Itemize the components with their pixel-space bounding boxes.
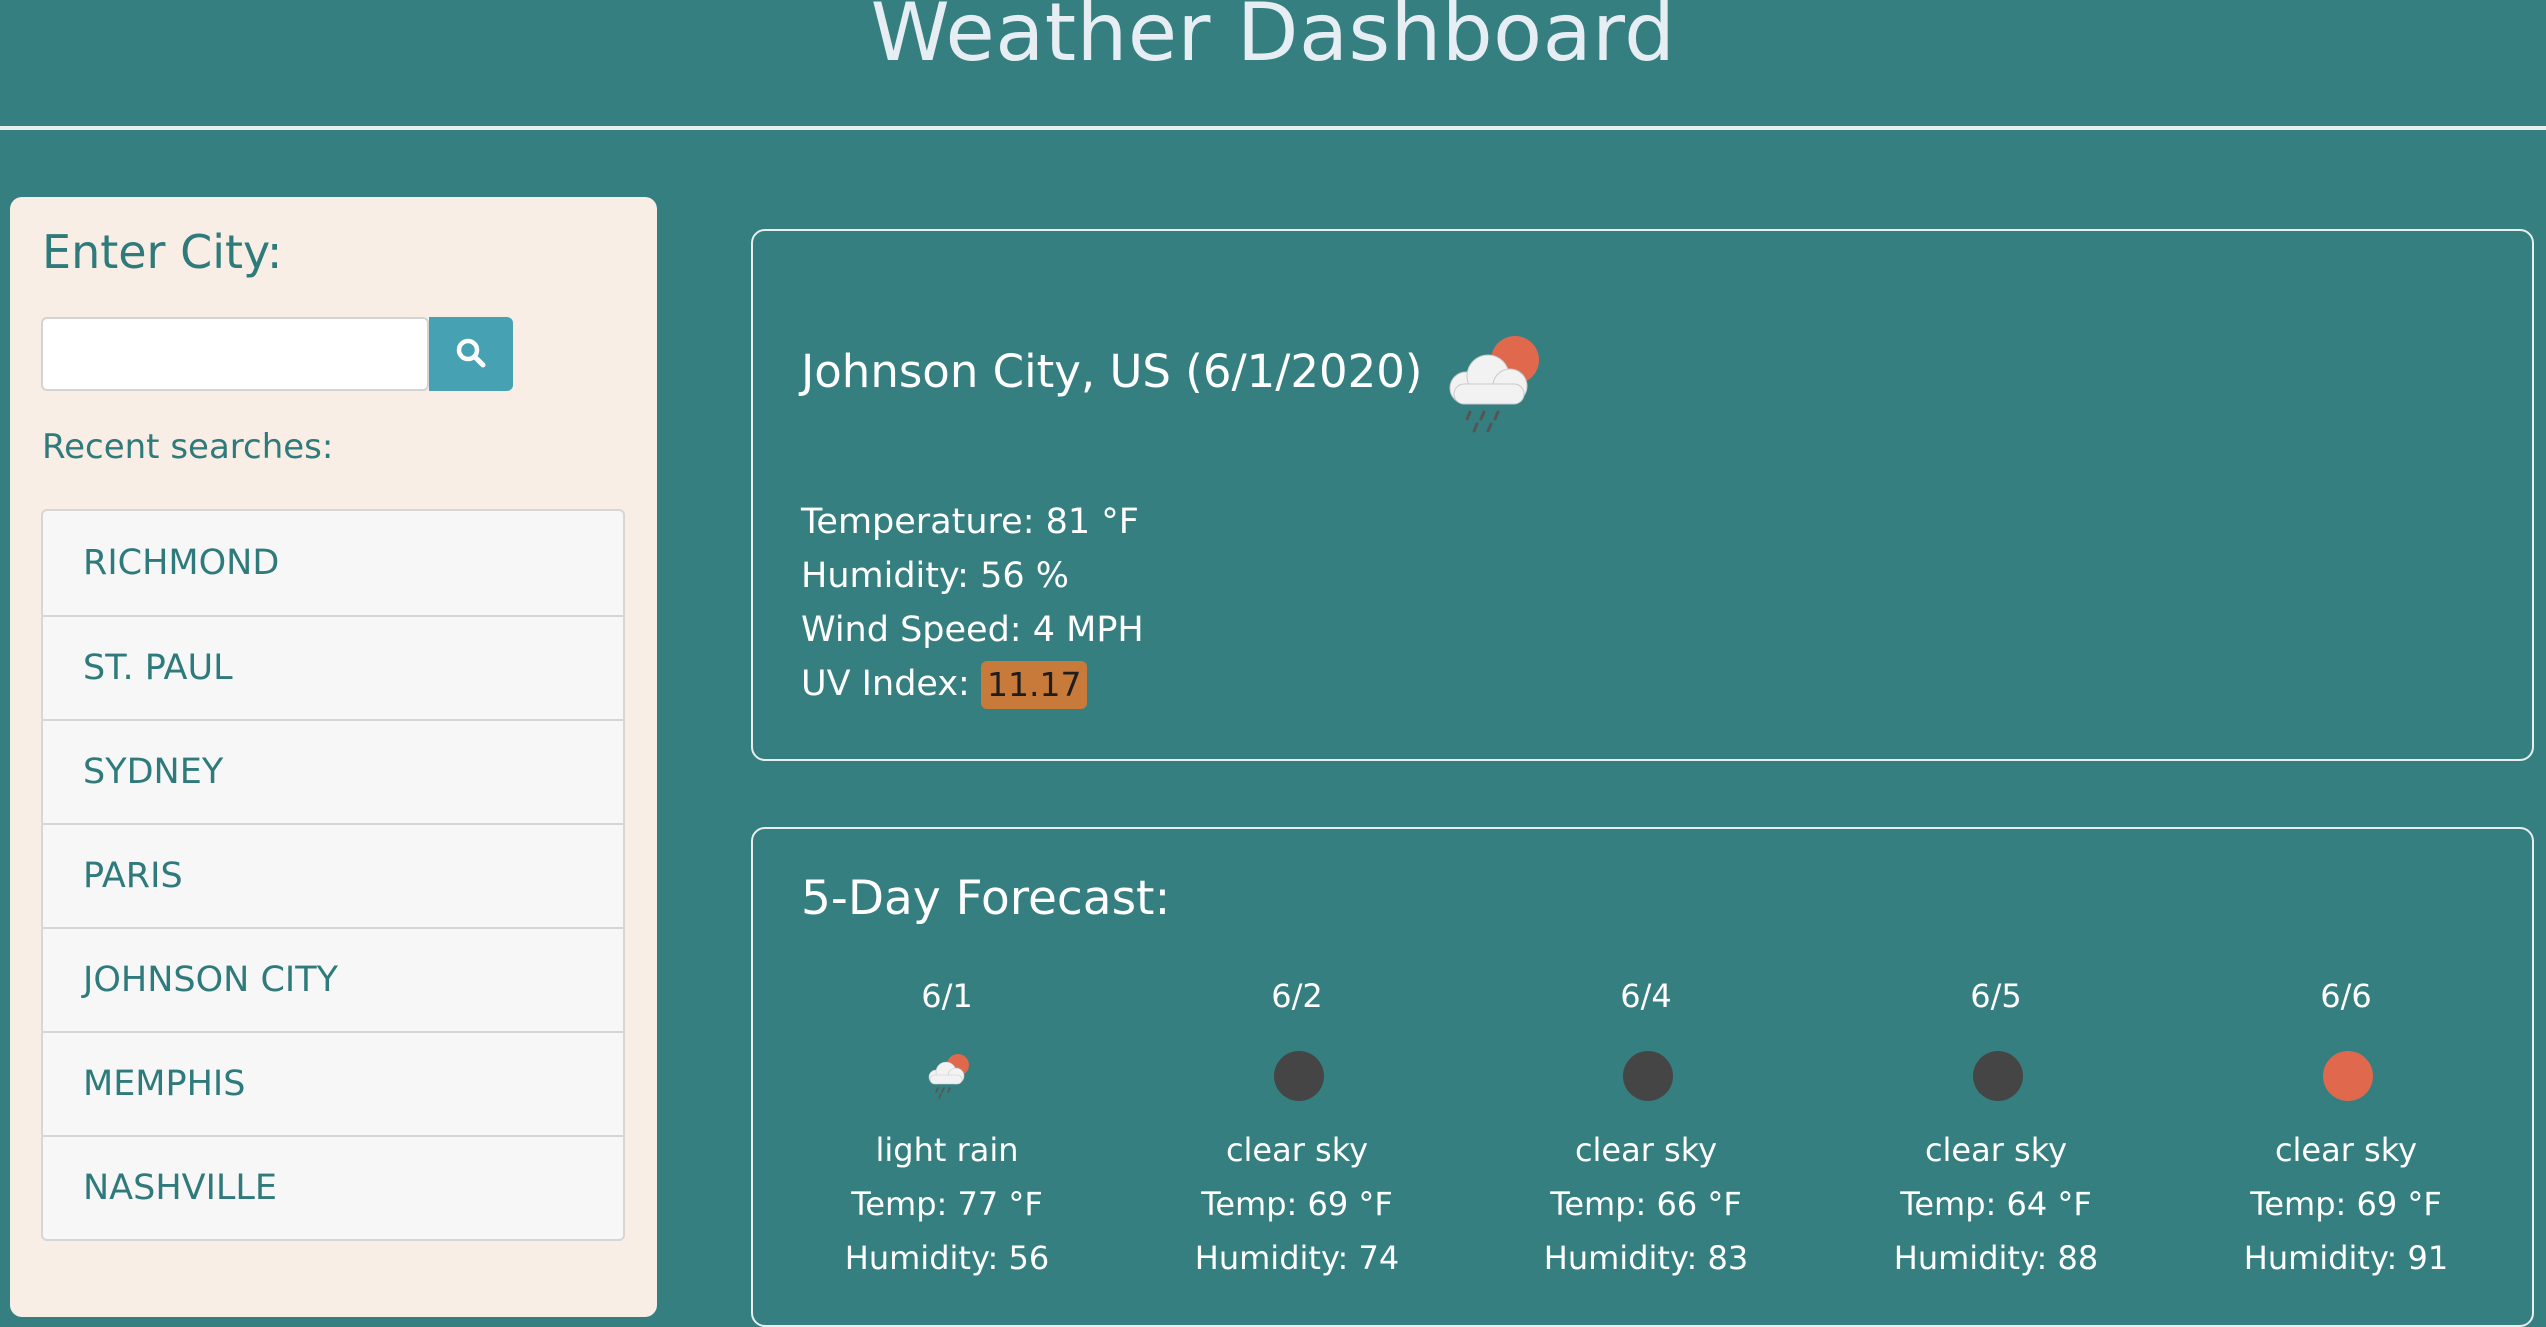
- uv-label: UV Index:: [801, 664, 981, 704]
- current-wind-speed: Wind Speed: 4 MPH: [801, 610, 1144, 650]
- page-title: Weather Dashboard: [870, 0, 1676, 79]
- forecast-humidity: Humidity: 88: [1893, 1239, 2099, 1277]
- forecast-description: light rain: [875, 1131, 1019, 1169]
- rain-cloud-sun-icon: [1436, 326, 1556, 450]
- sidebar: Enter City: Recent searches: RICHMOND ST…: [10, 197, 657, 1317]
- recent-search-item[interactable]: SYDNEY: [43, 719, 623, 823]
- clear-night-icon: [1621, 1049, 1675, 1103]
- enter-city-label: Enter City:: [42, 225, 283, 279]
- forecast-temp: Temp: 77 °F: [851, 1185, 1043, 1223]
- clear-day-sun-icon: [2321, 1049, 2375, 1103]
- forecast-card: 5-Day Forecast: 6/1 light rain Temp: 77 °F…: [751, 827, 2534, 1327]
- forecast-date: 6/2: [1271, 977, 1323, 1015]
- forecast-temp: Temp: 66 °F: [1550, 1185, 1742, 1223]
- forecast-title: 5-Day Forecast:: [801, 871, 1171, 926]
- forecast-date: 6/4: [1620, 977, 1672, 1015]
- uv-index-badge: 11.17: [980, 661, 1088, 709]
- current-uv-row: UV Index: 11.17: [801, 657, 1144, 711]
- recent-search-item[interactable]: NASHVILLE: [43, 1135, 623, 1239]
- rain-cloud-sun-icon: [922, 1049, 976, 1103]
- city-search-input[interactable]: [41, 317, 429, 391]
- forecast-temp: Temp: 69 °F: [2250, 1185, 2442, 1223]
- recent-search-item[interactable]: MEMPHIS: [43, 1031, 623, 1135]
- forecast-date: 6/5: [1970, 977, 2022, 1015]
- recent-search-item[interactable]: JOHNSON CITY: [43, 927, 623, 1031]
- current-temperature: Temperature: 81 °F: [801, 502, 1139, 542]
- clear-night-icon: [1971, 1049, 2025, 1103]
- current-weather-card: Johnson City, US (6/1/2020) Temperature:…: [751, 229, 2534, 761]
- forecast-description: clear sky: [1225, 1131, 1369, 1169]
- forecast-humidity: Humidity: 74: [1194, 1239, 1400, 1277]
- forecast-description: clear sky: [1574, 1131, 1718, 1169]
- recent-search-item[interactable]: PARIS: [43, 823, 623, 927]
- forecast-temp: Temp: 64 °F: [1900, 1185, 2092, 1223]
- forecast-date: 6/1: [921, 977, 973, 1015]
- page-header: Weather Dashboard: [0, 0, 2546, 130]
- recent-search-item[interactable]: ST. PAUL: [43, 615, 623, 719]
- forecast-description: clear sky: [2274, 1131, 2418, 1169]
- recent-searches-list: RICHMOND ST. PAUL SYDNEY PARIS JOHNSON C…: [41, 509, 625, 1241]
- forecast-humidity: Humidity: 56: [844, 1239, 1050, 1277]
- clear-night-icon: [1272, 1049, 1326, 1103]
- forecast-humidity: Humidity: 91: [2243, 1239, 2449, 1277]
- search-button[interactable]: [429, 317, 513, 391]
- current-humidity: Humidity: 56 %: [801, 556, 1069, 596]
- recent-search-item[interactable]: RICHMOND: [43, 511, 623, 615]
- recent-searches-label: Recent searches:: [42, 427, 334, 467]
- current-city-title: Johnson City, US (6/1/2020): [801, 345, 1423, 398]
- search-icon: [454, 336, 488, 373]
- current-stats: Temperature: 81 °F Humidity: 56 % Wind S…: [801, 495, 1144, 711]
- forecast-temp: Temp: 69 °F: [1201, 1185, 1393, 1223]
- forecast-description: clear sky: [1924, 1131, 2068, 1169]
- forecast-date: 6/6: [2320, 977, 2372, 1015]
- forecast-humidity: Humidity: 83: [1543, 1239, 1749, 1277]
